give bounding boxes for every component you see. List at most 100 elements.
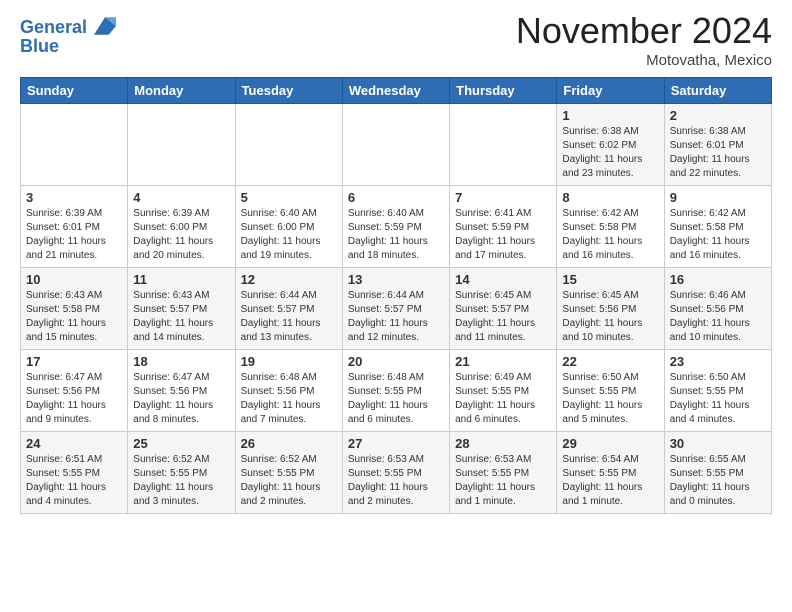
day-info: Sunrise: 6:43 AM Sunset: 5:57 PM Dayligh…: [133, 289, 229, 345]
calendar-cell: 5 Sunrise: 6:40 AM Sunset: 6:00 PM Daylig…: [235, 186, 342, 268]
header: General Blue November 2024 Motovatha, Me…: [20, 10, 772, 69]
day-info: Sunrise: 6:39 AM Sunset: 6:01 PM Dayligh…: [26, 207, 122, 263]
logo-line2: Blue: [20, 36, 116, 57]
calendar-cell: [128, 104, 235, 186]
calendar-cell: 24Sunrise: 6:51 AM Sunset: 5:55 PM Dayli…: [21, 432, 128, 514]
day-info: Sunrise: 6:47 AM Sunset: 5:56 PM Dayligh…: [26, 371, 122, 427]
day-info: Sunrise: 6:38 AM Sunset: 6:02 PM Dayligh…: [562, 125, 658, 181]
day-number: 4: [133, 190, 229, 205]
day-number: 19: [241, 354, 337, 369]
day-info: Sunrise: 6:53 AM Sunset: 5:55 PM Dayligh…: [348, 453, 444, 509]
day-info: Sunrise: 6:47 AM Sunset: 5:56 PM Dayligh…: [133, 371, 229, 427]
calendar-cell: 23 Sunrise: 6:50 AM Sunset: 5:55 PM Dayli…: [664, 350, 771, 432]
calendar-cell: [235, 104, 342, 186]
day-number: 14: [455, 272, 551, 287]
title-area: November 2024 Motovatha, Mexico: [516, 10, 772, 69]
day-number: 23: [670, 354, 766, 369]
calendar-cell: 28Sunrise: 6:53 AM Sunset: 5:55 PM Dayli…: [450, 432, 557, 514]
day-info: Sunrise: 6:46 AM Sunset: 5:56 PM Dayligh…: [670, 289, 766, 345]
calendar-cell: 12Sunrise: 6:44 AM Sunset: 5:57 PM Dayli…: [235, 268, 342, 350]
day-info: Sunrise: 6:53 AM Sunset: 5:55 PM Dayligh…: [455, 453, 551, 509]
calendar-cell: 27 Sunrise: 6:53 AM Sunset: 5:55 PM Dayli…: [342, 432, 449, 514]
weekday-header: Tuesday: [235, 78, 342, 104]
day-info: Sunrise: 6:42 AM Sunset: 5:58 PM Dayligh…: [670, 207, 766, 263]
day-info: Sunrise: 6:45 AM Sunset: 5:57 PM Dayligh…: [455, 289, 551, 345]
day-info: Sunrise: 6:38 AM Sunset: 6:01 PM Dayligh…: [670, 125, 766, 181]
calendar-cell: 29Sunrise: 6:54 AM Sunset: 5:55 PM Dayli…: [557, 432, 664, 514]
calendar-cell: 14 Sunrise: 6:45 AM Sunset: 5:57 PM Dayli…: [450, 268, 557, 350]
calendar-cell: 21 Sunrise: 6:49 AM Sunset: 5:55 PM Dayli…: [450, 350, 557, 432]
calendar-cell: 4 Sunrise: 6:39 AM Sunset: 6:00 PM Daylig…: [128, 186, 235, 268]
day-number: 11: [133, 272, 229, 287]
calendar-cell: 19 Sunrise: 6:48 AM Sunset: 5:56 PM Dayli…: [235, 350, 342, 432]
calendar-week-row: 10 Sunrise: 6:43 AM Sunset: 5:58 PM Dayli…: [21, 268, 772, 350]
calendar-table: SundayMondayTuesdayWednesdayThursdayFrid…: [20, 77, 772, 514]
month-title: November 2024: [516, 10, 772, 52]
day-number: 1: [562, 108, 658, 123]
calendar-cell: 26 Sunrise: 6:52 AM Sunset: 5:55 PM Dayli…: [235, 432, 342, 514]
day-info: Sunrise: 6:52 AM Sunset: 5:55 PM Dayligh…: [241, 453, 337, 509]
day-number: 25: [133, 436, 229, 451]
day-number: 20: [348, 354, 444, 369]
calendar-cell: [342, 104, 449, 186]
calendar-cell: 1 Sunrise: 6:38 AM Sunset: 6:02 PM Daylig…: [557, 104, 664, 186]
day-info: Sunrise: 6:51 AM Sunset: 5:55 PM Dayligh…: [26, 453, 122, 509]
calendar-week-row: 3 Sunrise: 6:39 AM Sunset: 6:01 PM Daylig…: [21, 186, 772, 268]
calendar-cell: 7Sunrise: 6:41 AM Sunset: 5:59 PM Daylig…: [450, 186, 557, 268]
day-info: Sunrise: 6:40 AM Sunset: 5:59 PM Dayligh…: [348, 207, 444, 263]
day-number: 18: [133, 354, 229, 369]
calendar-cell: 3 Sunrise: 6:39 AM Sunset: 6:01 PM Daylig…: [21, 186, 128, 268]
day-info: Sunrise: 6:43 AM Sunset: 5:58 PM Dayligh…: [26, 289, 122, 345]
day-number: 27: [348, 436, 444, 451]
weekday-header: Sunday: [21, 78, 128, 104]
day-info: Sunrise: 6:49 AM Sunset: 5:55 PM Dayligh…: [455, 371, 551, 427]
calendar-cell: 22Sunrise: 6:50 AM Sunset: 5:55 PM Dayli…: [557, 350, 664, 432]
weekday-header: Monday: [128, 78, 235, 104]
day-info: Sunrise: 6:50 AM Sunset: 5:55 PM Dayligh…: [562, 371, 658, 427]
day-number: 2: [670, 108, 766, 123]
calendar-cell: [450, 104, 557, 186]
day-number: 5: [241, 190, 337, 205]
day-number: 30: [670, 436, 766, 451]
calendar-cell: [21, 104, 128, 186]
day-number: 8: [562, 190, 658, 205]
day-info: Sunrise: 6:39 AM Sunset: 6:00 PM Dayligh…: [133, 207, 229, 263]
location: Motovatha, Mexico: [516, 52, 772, 69]
weekday-header: Friday: [557, 78, 664, 104]
day-number: 26: [241, 436, 337, 451]
calendar-cell: 8Sunrise: 6:42 AM Sunset: 5:58 PM Daylig…: [557, 186, 664, 268]
calendar-cell: 13 Sunrise: 6:44 AM Sunset: 5:57 PM Dayli…: [342, 268, 449, 350]
day-info: Sunrise: 6:44 AM Sunset: 5:57 PM Dayligh…: [348, 289, 444, 345]
weekday-header: Wednesday: [342, 78, 449, 104]
day-number: 13: [348, 272, 444, 287]
calendar-week-row: 17 Sunrise: 6:47 AM Sunset: 5:56 PM Dayli…: [21, 350, 772, 432]
day-info: Sunrise: 6:48 AM Sunset: 5:56 PM Dayligh…: [241, 371, 337, 427]
day-info: Sunrise: 6:45 AM Sunset: 5:56 PM Dayligh…: [562, 289, 658, 345]
day-number: 16: [670, 272, 766, 287]
weekday-header: Saturday: [664, 78, 771, 104]
day-info: Sunrise: 6:54 AM Sunset: 5:55 PM Dayligh…: [562, 453, 658, 509]
weekday-header: Thursday: [450, 78, 557, 104]
calendar-cell: 30 Sunrise: 6:55 AM Sunset: 5:55 PM Dayli…: [664, 432, 771, 514]
day-number: 17: [26, 354, 122, 369]
day-info: Sunrise: 6:40 AM Sunset: 6:00 PM Dayligh…: [241, 207, 337, 263]
calendar-cell: 9 Sunrise: 6:42 AM Sunset: 5:58 PM Daylig…: [664, 186, 771, 268]
calendar-cell: 10 Sunrise: 6:43 AM Sunset: 5:58 PM Dayli…: [21, 268, 128, 350]
day-info: Sunrise: 6:52 AM Sunset: 5:55 PM Dayligh…: [133, 453, 229, 509]
day-number: 3: [26, 190, 122, 205]
calendar-cell: 18 Sunrise: 6:47 AM Sunset: 5:56 PM Dayli…: [128, 350, 235, 432]
logo-text: General: [20, 18, 116, 38]
calendar-cell: 17 Sunrise: 6:47 AM Sunset: 5:56 PM Dayli…: [21, 350, 128, 432]
calendar-cell: 2 Sunrise: 6:38 AM Sunset: 6:01 PM Daylig…: [664, 104, 771, 186]
calendar-cell: 25 Sunrise: 6:52 AM Sunset: 5:55 PM Dayli…: [128, 432, 235, 514]
day-number: 10: [26, 272, 122, 287]
day-number: 21: [455, 354, 551, 369]
day-info: Sunrise: 6:55 AM Sunset: 5:55 PM Dayligh…: [670, 453, 766, 509]
day-info: Sunrise: 6:41 AM Sunset: 5:59 PM Dayligh…: [455, 207, 551, 263]
day-number: 9: [670, 190, 766, 205]
day-info: Sunrise: 6:50 AM Sunset: 5:55 PM Dayligh…: [670, 371, 766, 427]
day-number: 12: [241, 272, 337, 287]
logo-icon: [94, 15, 116, 37]
calendar-cell: 6Sunrise: 6:40 AM Sunset: 5:59 PM Daylig…: [342, 186, 449, 268]
calendar-body: 1 Sunrise: 6:38 AM Sunset: 6:02 PM Daylig…: [21, 104, 772, 514]
